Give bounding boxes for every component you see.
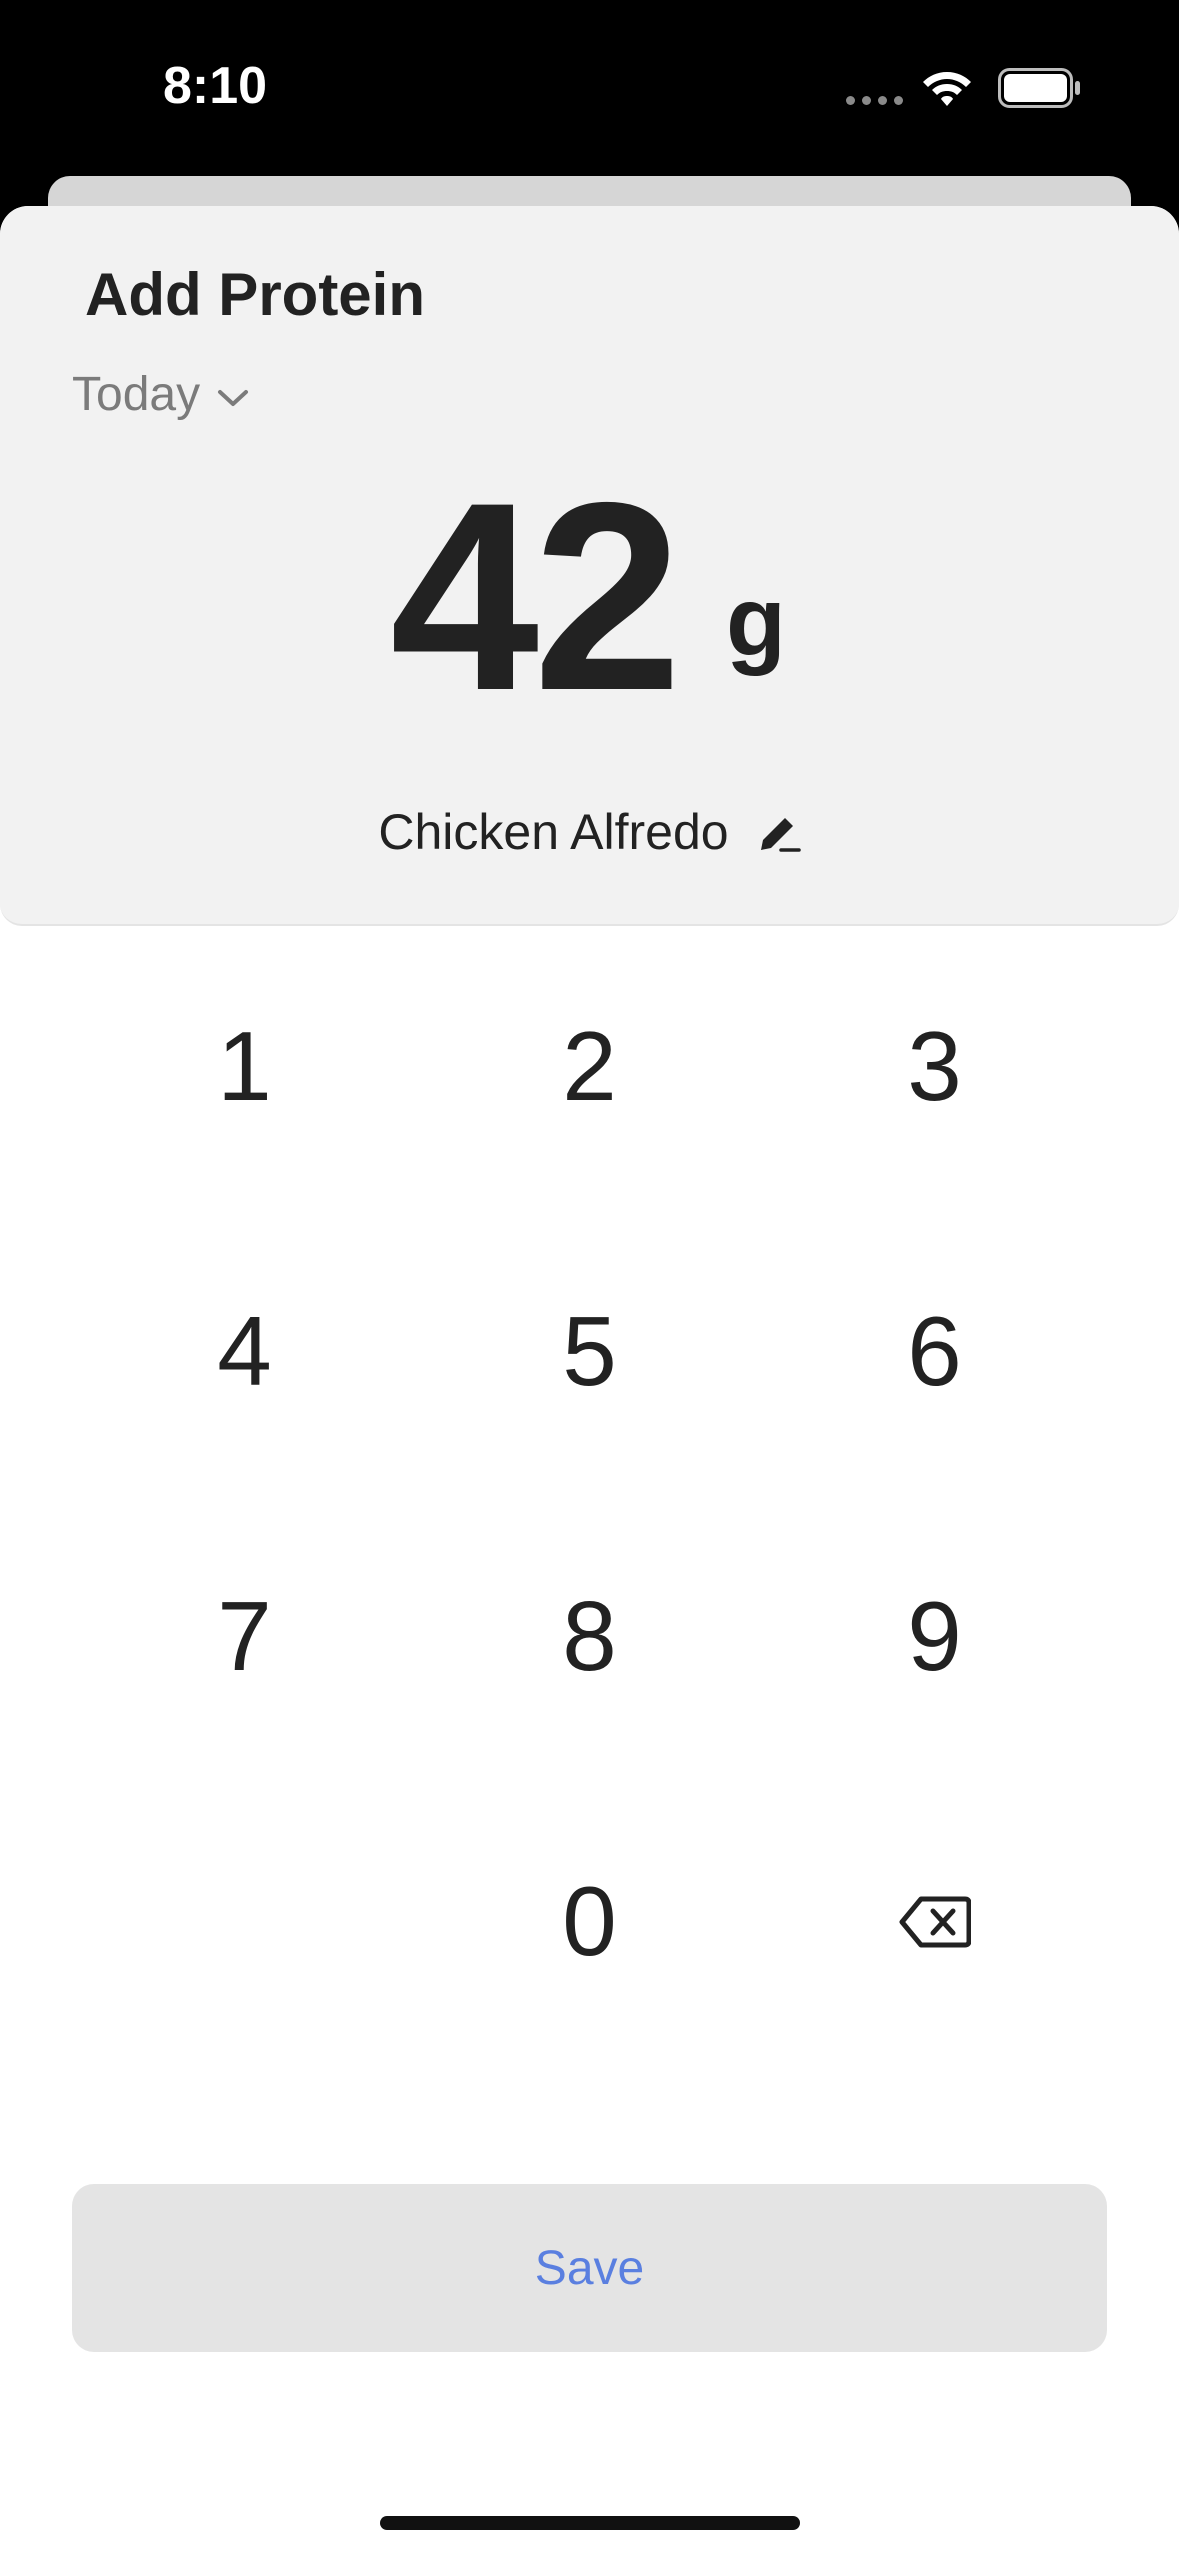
signal-dots-icon	[846, 96, 904, 106]
sheet-title: Add Protein	[85, 261, 425, 328]
key-2[interactable]: 2	[417, 924, 762, 1209]
food-name-editor[interactable]: Chicken Alfredo	[0, 792, 1179, 872]
key-1[interactable]: 1	[72, 924, 417, 1209]
header-panel: Add Protein Today 42 g Chicken Alfredo	[0, 206, 1179, 926]
battery-icon	[998, 68, 1080, 108]
key-4[interactable]: 4	[72, 1209, 417, 1494]
date-selector-label: Today	[72, 367, 201, 421]
wifi-icon	[923, 72, 971, 106]
key-3[interactable]: 3	[762, 924, 1107, 1209]
key-9[interactable]: 9	[762, 1494, 1107, 1779]
amount-unit: g	[726, 566, 786, 676]
key-7[interactable]: 7	[72, 1494, 417, 1779]
key-8[interactable]: 8	[417, 1494, 762, 1779]
save-button[interactable]: Save	[72, 2184, 1107, 2352]
backspace-button[interactable]	[762, 1779, 1107, 2064]
key-0[interactable]: 0	[417, 1779, 762, 2064]
amount-value: 42	[390, 446, 682, 746]
pencil-icon	[760, 818, 801, 852]
backspace-icon	[899, 1896, 971, 1947]
add-protein-sheet: Add Protein Today 42 g Chicken Alfredo 1…	[0, 206, 1179, 2556]
amount-display: 42 g	[0, 446, 1179, 746]
food-name-label: Chicken Alfredo	[378, 804, 729, 860]
home-indicator[interactable]	[380, 2516, 800, 2530]
status-bar: 8:10	[0, 0, 1179, 176]
key-5[interactable]: 5	[417, 1209, 762, 1494]
key-6[interactable]: 6	[762, 1209, 1107, 1494]
date-selector[interactable]: Today	[72, 354, 250, 434]
numeric-keypad: 1 2 3 4 5 6 7 8 9 0	[0, 924, 1179, 2064]
status-time: 8:10	[163, 57, 268, 115]
chevron-down-icon	[218, 390, 249, 406]
